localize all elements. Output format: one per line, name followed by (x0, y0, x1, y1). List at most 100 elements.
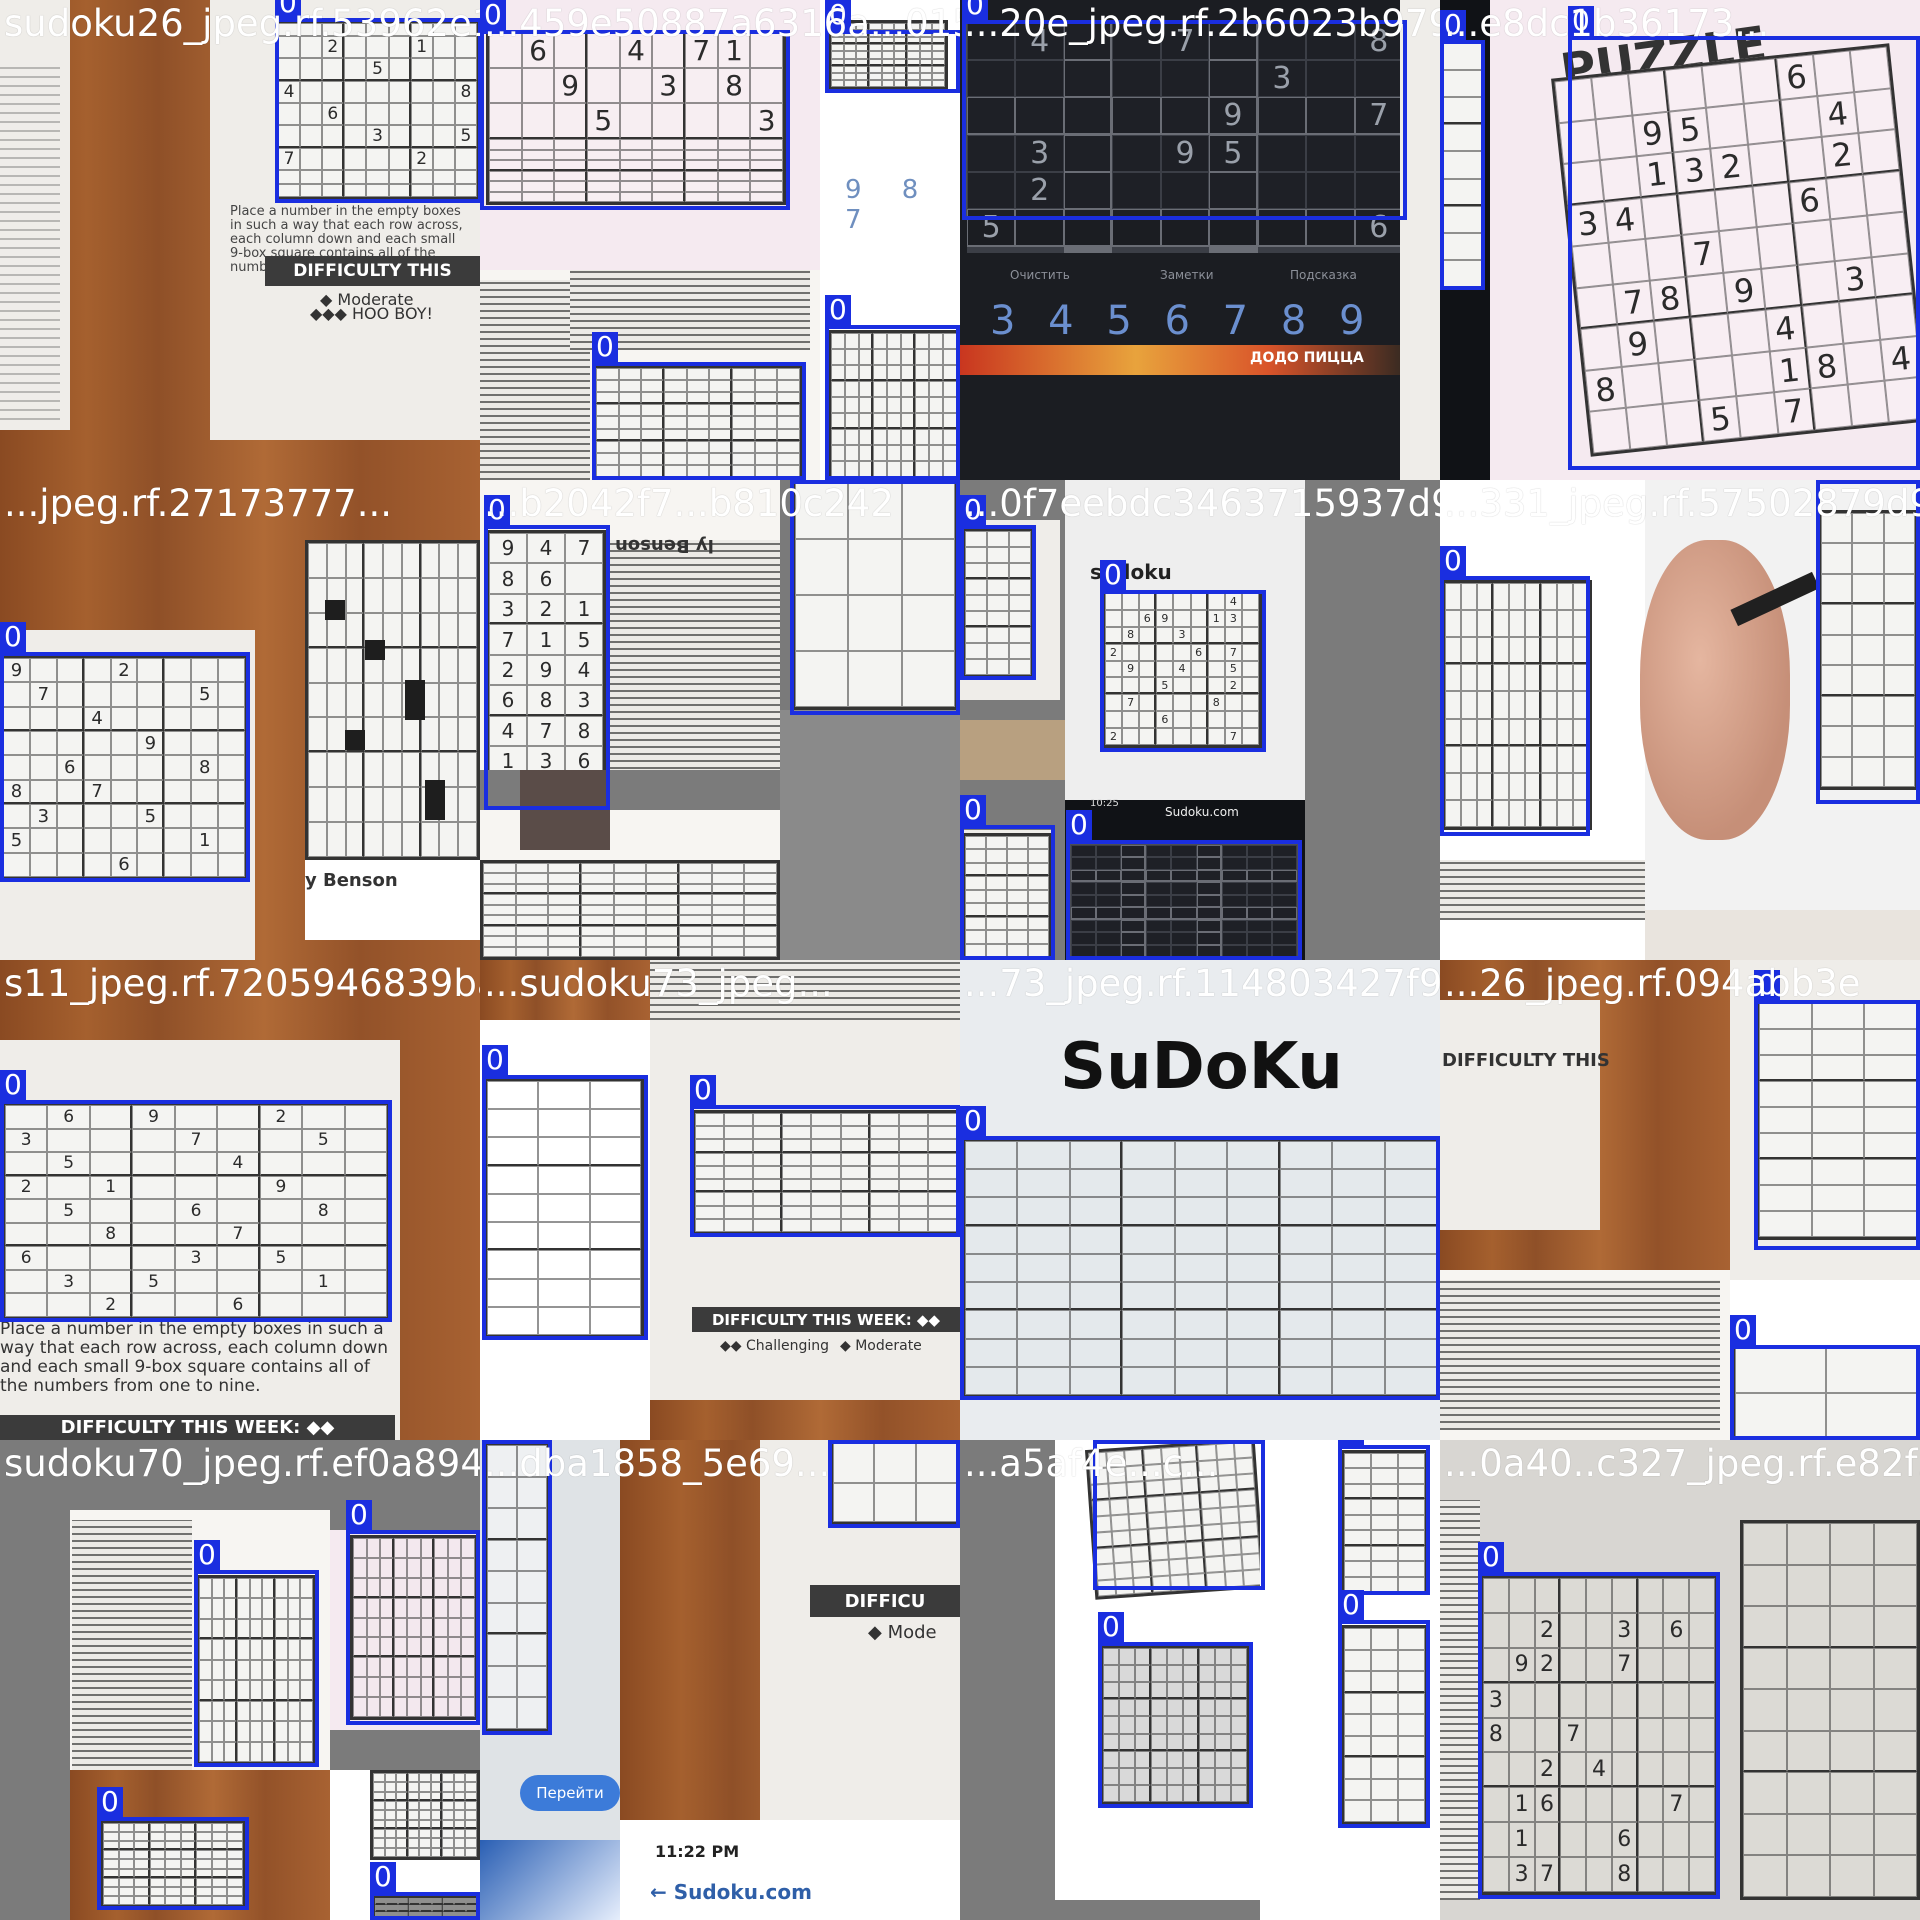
grid-cell (384, 1773, 397, 1783)
grid-cell (1743, 1813, 1787, 1856)
grid-cell (548, 946, 581, 957)
grid-cell (744, 873, 777, 884)
grid-cell (430, 1791, 443, 1801)
grid-cell (515, 925, 549, 937)
grid-cell (548, 873, 581, 884)
grid-cell (1830, 1689, 1874, 1731)
grid-cell (613, 925, 647, 937)
bbox: 0 (0, 1070, 392, 1322)
grid-cell (308, 543, 327, 578)
grid-cell (613, 894, 647, 905)
moderate-label: ◆ Mode (868, 1622, 937, 1643)
class-label: 0 (1100, 560, 1126, 590)
tile-8: 0 0 ...331_jpeg.rf.57502879d9ececea (1440, 480, 1920, 960)
tile-title: ...459e50887a6316a...01517 (484, 2, 960, 45)
grid-cell (373, 1819, 385, 1829)
grid-cell (613, 873, 647, 884)
grid-cell (581, 936, 614, 947)
grid-cell (1743, 1647, 1787, 1690)
tile-title: ...73_jpeg.rf.114803427f911291b369d34204… (964, 962, 1440, 1005)
grid-cell (679, 904, 712, 916)
grid-cell (407, 1828, 420, 1839)
grid-cell (442, 1838, 454, 1848)
go-button[interactable]: Перейти (520, 1775, 620, 1811)
bbox: 0 (960, 1106, 1440, 1400)
bbox: 0 (960, 495, 1036, 680)
grid-cell (581, 915, 614, 926)
grid-cell (515, 873, 549, 884)
grid-cell (407, 1800, 420, 1811)
grid-cell (465, 1847, 477, 1857)
grid-cell (439, 647, 459, 683)
grid-cell (407, 1819, 420, 1829)
grid-cell (396, 1810, 408, 1820)
grid-cell (483, 925, 516, 937)
crossword-grid (480, 860, 780, 960)
grid-cell (483, 936, 516, 947)
grid-cell (465, 1800, 477, 1811)
status-time: 11:22 PM (655, 1842, 740, 1861)
tile-1: 2154863572 Place a number in the empty b… (0, 0, 480, 480)
bbox: 0 (370, 1862, 480, 1920)
grid-cell (581, 883, 614, 895)
grid-cell (453, 1800, 466, 1811)
grid-cell (458, 752, 477, 788)
grid-cell (453, 1838, 466, 1848)
clear-button[interactable]: Очистить (1010, 268, 1070, 282)
grid-cell (442, 1810, 454, 1820)
grid-cell (326, 752, 346, 788)
grid-cell (326, 717, 346, 753)
sudoku-logo: SuDoKu (1060, 1030, 1343, 1104)
grid-cell (465, 1773, 477, 1783)
grid-cell (439, 822, 459, 857)
grid-cell (515, 936, 549, 947)
grid-cell (646, 883, 679, 895)
grid-cell (1306, 251, 1355, 253)
tile-11: SuDoKu 0 ...73_jpeg.rf.114803427f911291b… (960, 960, 1440, 1440)
grid-cell (1873, 1564, 1917, 1607)
grid-cell (711, 904, 745, 916)
grid-cell (1063, 251, 1113, 253)
grid-cell (384, 1810, 397, 1820)
app-header[interactable]: ← Sudoku.com (650, 1880, 812, 1904)
grid-cell (420, 822, 440, 857)
grid-cell (744, 925, 777, 937)
grid-cell (458, 612, 477, 648)
grid-cell (581, 863, 614, 874)
class-label: 0 (960, 1106, 986, 1136)
grid-cell (1015, 251, 1064, 253)
grid-cell (345, 577, 365, 613)
difficulty-crop: DIFFICULTY THIS (1442, 1050, 1610, 1071)
grid-cell (515, 915, 549, 926)
grid-cell (1786, 1564, 1830, 1607)
grid-cell (419, 1838, 431, 1848)
grid-cell (483, 883, 516, 895)
grid-cell (679, 915, 712, 926)
notes-button[interactable]: Заметки (1160, 268, 1214, 282)
grid-cell (453, 1782, 466, 1792)
grid-cell (442, 1847, 454, 1857)
grid-cell (679, 883, 712, 895)
tile-12: DIFFICULTY THIS 0 0 ...26_jpeg.rf.094abb… (1440, 960, 1920, 1440)
grid-cell (483, 915, 516, 926)
grid-cell (345, 752, 365, 788)
grid-cell (373, 1847, 385, 1857)
grid-cell (396, 1791, 408, 1801)
hint-button[interactable]: Подсказка (1290, 268, 1357, 282)
number-keypad[interactable]: 3 4 5 6 7 8 9 (990, 298, 1374, 344)
bbox: 0 (1098, 1612, 1253, 1808)
grid-cell (483, 894, 516, 905)
grid-cell (1873, 1647, 1917, 1690)
grid-cell (308, 787, 327, 823)
grid-cell (419, 1791, 431, 1801)
grid-cell (383, 717, 402, 753)
tile-6: 94786321715294683478136562 ly Benson 0 0… (480, 480, 960, 960)
bbox: 0 (828, 1440, 960, 1528)
grid-cell (646, 904, 679, 916)
grid-cell (396, 1819, 408, 1829)
crossword-grid (370, 1770, 480, 1860)
bbox: 0 (194, 1540, 319, 1767)
grid-cell (453, 1847, 466, 1857)
grid-cell (744, 883, 777, 895)
grid-cell (458, 543, 477, 578)
